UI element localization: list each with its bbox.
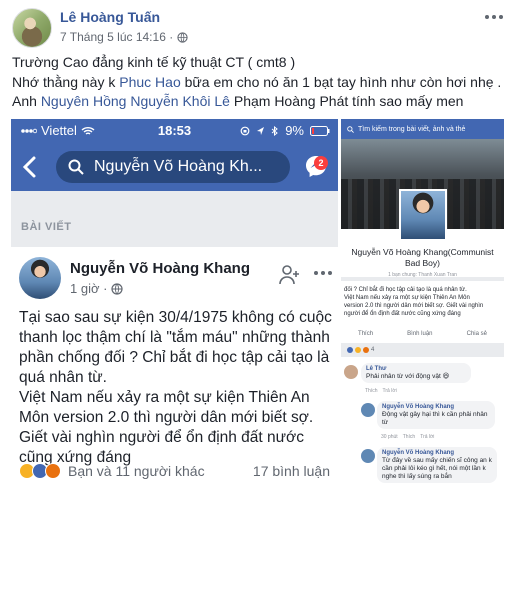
side-search-text: Tìm kiếm trong bài viết, ảnh và thẻ <box>358 125 466 133</box>
inner-text-line: Giết vài nghìn người để ổn định đất nước <box>19 429 304 446</box>
comment-meta-item: Trả lời <box>420 434 435 440</box>
comments-count[interactable]: 17 bình luận <box>253 463 330 479</box>
commenter-name: Lê Thư <box>366 366 387 372</box>
inner-post-time: 1 giờ · <box>70 281 124 296</box>
post-text-line: Trường Cao đẳng kinh tế kỹ thuật CT ( cm… <box>12 53 505 73</box>
post-text-line: Nhớ thằng này k Phuc Hao bữa em cho nó ă… <box>12 73 505 93</box>
post-text-span: Nhớ thằng này k <box>12 73 120 90</box>
side-reaction-summary: 4 <box>347 347 374 353</box>
author-avatar[interactable] <box>12 8 52 48</box>
location-icon <box>257 126 265 135</box>
post-text: Trường Cao đẳng kinh tế kỹ thuật CT ( cm… <box>12 53 505 112</box>
more-options-icon[interactable] <box>483 10 505 24</box>
post-text-span: Phạm Hoàng Phát tính sao mấy men <box>229 93 464 109</box>
globe-icon <box>177 31 188 43</box>
post-text-span: Anh <box>12 93 41 109</box>
haha-reaction-icon <box>355 347 361 353</box>
comment-meta-item: Trả lời <box>382 388 397 394</box>
inner-time-label: 1 giờ · <box>70 281 108 296</box>
inner-author-avatar[interactable] <box>19 257 61 299</box>
globe-icon <box>111 282 124 295</box>
post-text-span: bữa em cho nó ăn 1 bạt tay hình như còn … <box>180 73 502 90</box>
comment-bubble: Nguyễn Võ Hoàng Khang Từ đây về sau mấy c… <box>377 447 497 483</box>
post-date[interactable]: 7 Tháng 5 lúc 14:16 · <box>60 30 173 44</box>
phone-nav-bar: Nguyễn Võ Hoàng Kh... 2 <box>11 143 338 191</box>
comment-bubble: Lê Thư Phải nhân từ với động vật 😆 <box>361 363 471 383</box>
post-text-span: Trường Cao đẳng kinh tế kỹ thuật CT ( cm… <box>12 54 296 70</box>
comment-meta-item: 30 phút <box>381 434 398 440</box>
search-text: Nguyễn Võ Hoàng Kh... <box>94 158 263 175</box>
post-meta: 7 Tháng 5 lúc 14:16 · <box>60 30 188 44</box>
inner-text-line: Tại sao sau sự kiện 30/4/1975 không có c… <box>19 309 332 326</box>
rotation-lock-icon <box>240 126 250 135</box>
comment-bubble: Nguyễn Võ Hoàng Khang Động vật gây hại th… <box>377 401 495 429</box>
inner-text-line: thanh lọc thậm chí là "tắm máu" những th… <box>19 329 330 346</box>
search-input[interactable]: Nguyễn Võ Hoàng Kh... <box>56 151 290 183</box>
post-header: Lê Hoàng Tuấn 7 Tháng 5 lúc 14:16 · <box>12 8 505 48</box>
commenter-name: Nguyễn Võ Hoàng Khang <box>382 404 454 410</box>
side-post-line: version 2.0 thì người dân mới biết sợ. G… <box>344 303 484 309</box>
side-post-text: đối ? Chỉ bắt đi học tập cải tạo là quá … <box>344 286 502 318</box>
side-post-line: người để ổn định đất nước cũng xứng đáng <box>344 311 461 317</box>
mutual-friends: 1 bạn chung: Thanh Xuan Tran <box>388 272 457 278</box>
reaction-icons <box>19 463 61 479</box>
commenter-avatar <box>344 365 358 379</box>
side-comments: Lê Thư Phải nhân từ với động vật 😆 Thích Tr… <box>341 357 504 505</box>
commenter-avatar <box>361 449 375 463</box>
comment-meta: 30 phút Thích Trả lời <box>381 434 434 440</box>
side-comment-button: Bình luận <box>407 331 433 337</box>
inner-text-line: Việt Nam nếu xảy ra một sự kiện Thiên An <box>19 389 310 406</box>
inner-post-text: Tại sao sau sự kiện 30/4/1975 không có c… <box>19 308 337 468</box>
section-label: BÀI VIẾT <box>21 221 72 233</box>
side-post-actions: Thích Bình luận Chia sẻ <box>341 327 504 341</box>
reactions-text: Bạn và 11 người khác <box>68 463 205 479</box>
side-post-line: đối ? Chỉ bắt đi học tập cải tạo là quá … <box>344 287 467 293</box>
photo-screenshot-main[interactable]: Viettel 18:53 9% Nguyễn Võ Hoàng Kh... 2… <box>11 119 338 505</box>
like-reaction-icon <box>347 347 353 353</box>
comment-text: Động vật gây hại thì k cần phải nhân từ <box>382 411 488 426</box>
side-profile-avatar <box>399 189 447 241</box>
comment-text: Phải nhân từ với động vật 😆 <box>366 373 450 380</box>
inner-text-line: quá nhân từ. <box>19 369 107 386</box>
bluetooth-icon <box>271 125 279 136</box>
commenter-name: Nguyễn Võ Hoàng Khang <box>382 450 454 456</box>
messenger-badge: 2 <box>314 156 328 170</box>
inner-text-line: Môn version 2.0 thì người dân mới biết s… <box>19 409 314 426</box>
inner-text-line: phần chống đối ? Chỉ bắt đi học tập cải … <box>19 349 330 366</box>
author-name[interactable]: Lê Hoàng Tuấn <box>60 9 160 25</box>
inner-post-card: Nguyễn Võ Hoàng Khang 1 giờ · Tại sao sa… <box>11 247 338 505</box>
comment-meta-item: Thích <box>365 388 378 394</box>
add-friend-icon[interactable] <box>277 263 301 287</box>
tagged-user-link[interactable]: Nguyễn Khôi Lê <box>130 93 230 109</box>
comment-meta-item: Thích <box>402 434 416 440</box>
angry-reaction-icon <box>363 347 369 353</box>
commenter-avatar <box>361 403 375 417</box>
side-share-button: Chia sẻ <box>466 331 487 337</box>
battery-percent: 9% <box>285 123 304 138</box>
tagged-user-link[interactable]: Nguyên Hồng <box>41 93 127 109</box>
photo-screenshot-side[interactable]: Tìm kiếm trong bài viết, ảnh và thẻ Nguy… <box>341 119 504 505</box>
post-text-line: Anh Nguyên Hồng Nguyễn Khôi Lê Phạm Hoàn… <box>12 92 505 112</box>
search-icon <box>68 159 84 175</box>
side-like-button: Thích <box>358 331 374 337</box>
side-profile-name: Nguyễn Võ Hoàng Khang(Communist Bad Boy) <box>351 247 494 268</box>
battery-icon <box>310 125 330 136</box>
messenger-button[interactable]: 2 <box>302 152 330 180</box>
angry-reaction-icon <box>45 463 61 479</box>
phone-status-bar: Viettel 18:53 9% <box>11 119 338 143</box>
back-arrow-icon[interactable] <box>21 155 39 179</box>
side-post-line: Việt Nam nếu xảy ra một sự kiện Thiên An… <box>344 295 470 301</box>
search-icon <box>347 125 354 133</box>
comment-text: Từ đây về sau mấy chiến sĩ công an k cần… <box>382 457 492 480</box>
tagged-user-link[interactable]: Phuc Hao <box>119 74 180 90</box>
reaction-summary[interactable]: Bạn và 11 người khác <box>19 463 205 479</box>
inner-author-name[interactable]: Nguyễn Võ Hoàng Khang <box>70 260 250 277</box>
comment-meta: Thích Trả lời <box>365 388 397 394</box>
side-search-bar: Tìm kiếm trong bài viết, ảnh và thẻ <box>341 119 504 139</box>
side-reaction-count: 4 <box>371 347 375 353</box>
more-options-icon[interactable] <box>313 267 333 279</box>
